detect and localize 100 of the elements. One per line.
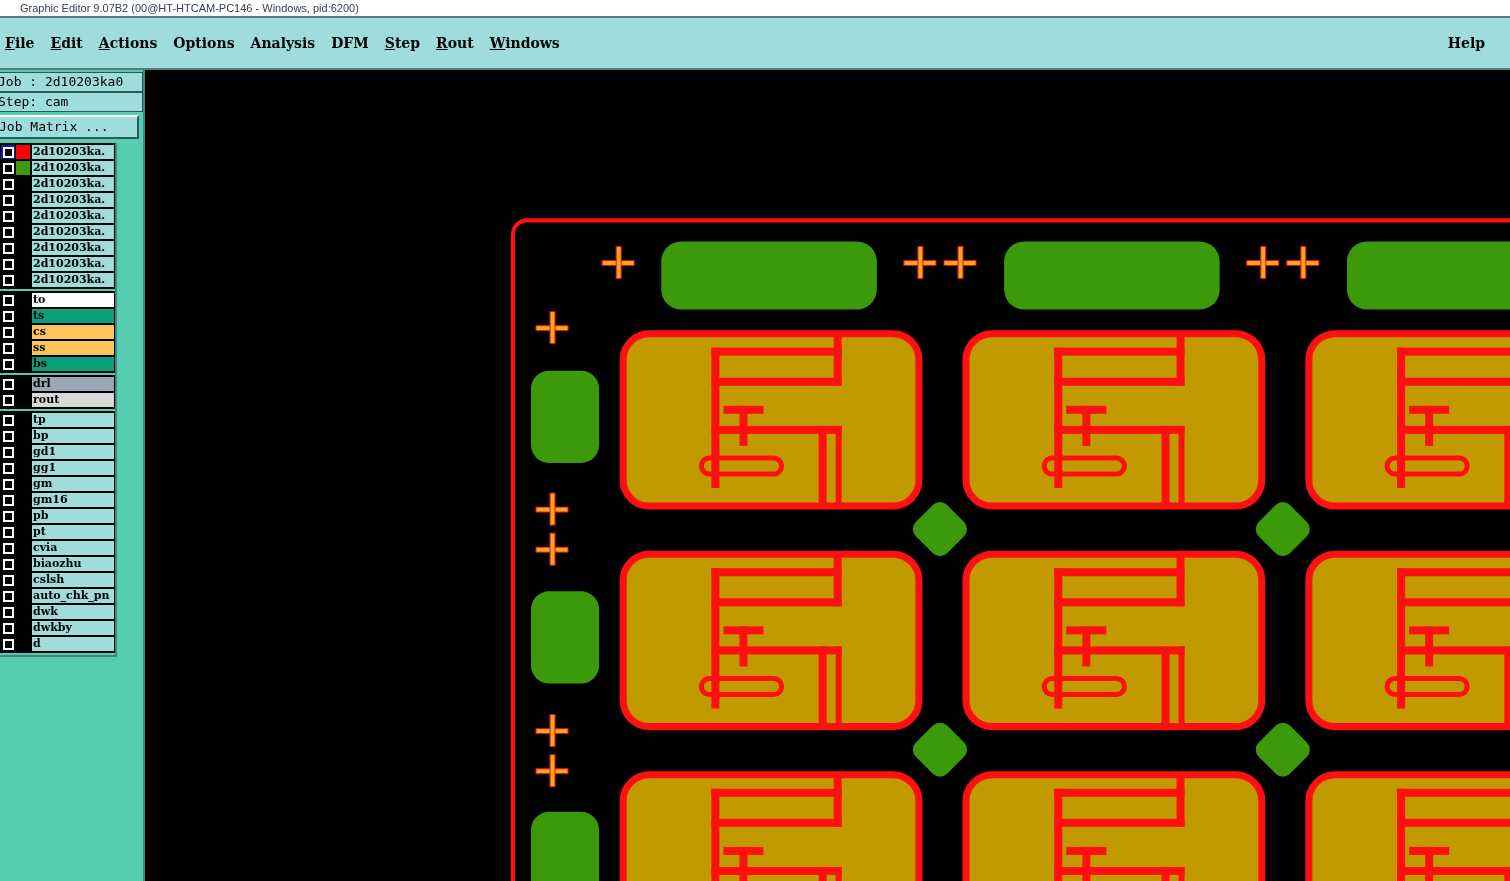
layer-checkbox[interactable] — [2, 258, 14, 270]
layer-row[interactable]: rout — [1, 392, 114, 408]
layer-row[interactable]: pt — [1, 524, 114, 540]
layer-row[interactable]: 2d10203ka. — [1, 272, 114, 288]
layer-row[interactable]: 2d10203ka. — [1, 160, 114, 176]
layer-checkbox[interactable] — [2, 462, 14, 474]
layer-name[interactable]: cs — [32, 325, 114, 339]
layer-checkbox[interactable] — [2, 310, 14, 322]
layer-checkbox[interactable] — [2, 358, 14, 370]
layer-name[interactable]: bs — [32, 357, 114, 371]
layer-name[interactable]: 2d10203ka. — [32, 225, 114, 239]
layer-row[interactable]: to — [1, 292, 114, 308]
layer-name[interactable]: auto_chk_pn — [32, 589, 114, 603]
layer-name[interactable]: pt — [32, 525, 114, 539]
layer-name[interactable]: 2d10203ka. — [32, 257, 114, 271]
layer-checkbox[interactable] — [2, 226, 14, 238]
layer-row[interactable]: 2d10203ka. — [1, 224, 114, 240]
layer-checkbox[interactable] — [2, 430, 14, 442]
layer-name[interactable]: 2d10203ka. — [32, 209, 114, 223]
layer-checkbox[interactable] — [2, 414, 14, 426]
layer-checkbox[interactable] — [2, 178, 14, 190]
layer-row[interactable]: 2d10203ka. — [1, 256, 114, 272]
layer-row[interactable]: gm16 — [1, 492, 114, 508]
layer-row[interactable]: d — [1, 636, 114, 652]
layer-checkbox[interactable] — [2, 494, 14, 506]
layer-name[interactable]: bp — [32, 429, 114, 443]
layer-row[interactable]: gm — [1, 476, 114, 492]
layer-name[interactable]: gm — [32, 477, 114, 491]
layer-row[interactable]: pb — [1, 508, 114, 524]
menu-item[interactable]: Actions — [98, 32, 158, 54]
layer-row[interactable]: cs — [1, 324, 114, 340]
layer-checkbox[interactable] — [2, 394, 14, 406]
layer-name[interactable]: dwkby — [32, 621, 114, 635]
menu-item[interactable]: Edit — [50, 32, 83, 54]
layer-name[interactable]: gm16 — [32, 493, 114, 507]
layer-checkbox[interactable] — [2, 294, 14, 306]
layer-name[interactable]: biaozhu — [32, 557, 114, 571]
layer-checkbox[interactable] — [2, 478, 14, 490]
layer-name[interactable]: dwk — [32, 605, 114, 619]
layer-checkbox[interactable] — [2, 542, 14, 554]
layer-row[interactable]: 2d10203ka. — [1, 192, 114, 208]
layer-row[interactable]: dwkby — [1, 620, 114, 636]
layer-name[interactable]: 2d10203ka. — [32, 161, 114, 175]
layer-name[interactable]: tp — [32, 413, 114, 427]
layer-row[interactable]: dwk — [1, 604, 114, 620]
menu-item[interactable]: File — [5, 32, 35, 54]
menu-item[interactable]: DFM — [331, 32, 369, 54]
layer-checkbox[interactable] — [2, 274, 14, 286]
menu-item[interactable]: Windows — [489, 32, 560, 54]
layer-checkbox[interactable] — [2, 446, 14, 458]
layer-row[interactable]: ts — [1, 308, 114, 324]
layer-row[interactable]: gd1 — [1, 444, 114, 460]
layer-checkbox[interactable] — [2, 162, 14, 174]
layer-name[interactable]: ts — [32, 309, 114, 323]
layer-row[interactable]: bp — [1, 428, 114, 444]
layer-checkbox[interactable] — [2, 146, 14, 158]
layer-name[interactable]: 2d10203ka. — [32, 145, 114, 159]
layer-name[interactable]: ss — [32, 341, 114, 355]
layer-row[interactable]: gg1 — [1, 460, 114, 476]
layer-row[interactable]: 2d10203ka. — [1, 240, 114, 256]
layer-row[interactable]: 2d10203ka. — [1, 208, 114, 224]
layer-row[interactable]: ss — [1, 340, 114, 356]
layer-name[interactable]: gg1 — [32, 461, 114, 475]
job-matrix-button[interactable]: Job Matrix ... — [0, 115, 139, 139]
layer-checkbox[interactable] — [2, 574, 14, 586]
layer-name[interactable]: 2d10203ka. — [32, 273, 114, 287]
layer-checkbox[interactable] — [2, 606, 14, 618]
menu-item[interactable]: Step — [384, 32, 421, 54]
menu-item[interactable]: Options — [173, 32, 235, 54]
layer-name[interactable]: d — [32, 637, 114, 651]
layer-name[interactable]: 2d10203ka. — [32, 177, 114, 191]
layer-row[interactable]: cvia — [1, 540, 114, 556]
layer-checkbox[interactable] — [2, 526, 14, 538]
layer-name[interactable]: cslsh — [32, 573, 114, 587]
menu-item[interactable]: Rout — [436, 32, 474, 54]
menu-item[interactable]: Analysis — [250, 32, 316, 54]
layer-checkbox[interactable] — [2, 622, 14, 634]
layer-checkbox[interactable] — [2, 510, 14, 522]
layer-name[interactable]: 2d10203ka. — [32, 241, 114, 255]
layer-checkbox[interactable] — [2, 210, 14, 222]
layer-checkbox[interactable] — [2, 342, 14, 354]
layer-name[interactable]: drl — [32, 377, 114, 391]
layer-name[interactable]: cvia — [32, 541, 114, 555]
layer-name[interactable]: rout — [32, 393, 114, 407]
layer-row[interactable]: 2d10203ka. — [1, 176, 114, 192]
layer-checkbox[interactable] — [2, 326, 14, 338]
layer-name[interactable]: gd1 — [32, 445, 114, 459]
layer-checkbox[interactable] — [2, 194, 14, 206]
layer-name[interactable]: pb — [32, 509, 114, 523]
layer-row[interactable]: 2d10203ka. — [1, 144, 114, 160]
layer-row[interactable]: cslsh — [1, 572, 114, 588]
layer-checkbox[interactable] — [2, 558, 14, 570]
layer-row[interactable]: bs — [1, 356, 114, 372]
layer-name[interactable]: 2d10203ka. — [32, 193, 114, 207]
layer-row[interactable]: drl — [1, 376, 114, 392]
layer-name[interactable]: to — [32, 293, 114, 307]
help-menu[interactable]: Help — [1447, 32, 1485, 54]
layer-row[interactable]: biaozhu — [1, 556, 114, 572]
layer-checkbox[interactable] — [2, 242, 14, 254]
layer-checkbox[interactable] — [2, 378, 14, 390]
